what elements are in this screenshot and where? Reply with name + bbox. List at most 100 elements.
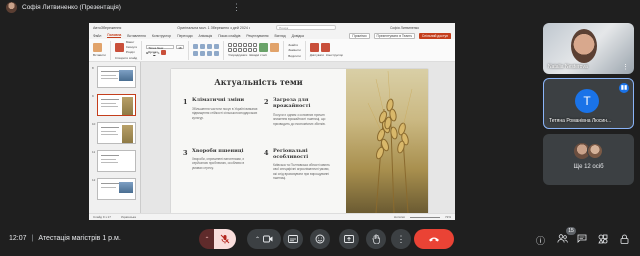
emoji-icon[interactable]: [310, 229, 330, 249]
participant-video: [571, 29, 597, 63]
ppt-autosave-label[interactable]: АвтоЗбереження: [93, 26, 121, 30]
meeting-name[interactable]: Атестація магістрів 1 р.м.: [38, 235, 120, 242]
slide-thumbnail[interactable]: 8: [92, 66, 138, 92]
replace-button[interactable]: Замінити: [288, 48, 301, 52]
slide-thumbnail[interactable]: 12: [92, 178, 138, 204]
more-icon[interactable]: ⋮: [391, 229, 411, 249]
underline-icon[interactable]: U: [153, 51, 155, 55]
ppt-tab[interactable]: Переходи: [177, 34, 192, 38]
ribbon-drawing-group: Упорядкувати Швидкі стилі: [228, 40, 285, 60]
slide-item-number: 1: [183, 98, 188, 106]
slide-thumbnail-selected[interactable]: 9: [92, 94, 138, 120]
participant-avatar: [587, 143, 603, 159]
arrange-button[interactable]: Упорядкувати: [228, 53, 247, 57]
slide-thumbnail[interactable]: 11: [92, 150, 138, 176]
shared-screen: АвтоЗбереження Оригінальна мол. 1 Збереж…: [89, 23, 455, 220]
font-color-icon[interactable]: [161, 50, 167, 56]
more-icon[interactable]: ⋮: [622, 63, 629, 71]
ppt-tab[interactable]: Рецензування: [246, 34, 268, 38]
chat-icon[interactable]: [577, 234, 587, 245]
ppt-tab[interactable]: Довідка: [292, 34, 304, 38]
lock-icon[interactable]: [620, 234, 629, 246]
ppt-tab[interactable]: Вигляд: [275, 34, 286, 38]
quick-styles-icon[interactable]: [270, 42, 280, 52]
shapes-gallery[interactable]: [228, 42, 258, 52]
dictate-icon[interactable]: [309, 42, 319, 52]
slide-thumbnail[interactable]: 10: [92, 122, 138, 148]
ribbon-editing-group: Знайти Замінити Виділити: [288, 40, 306, 60]
bullets-icon[interactable]: [193, 44, 199, 50]
select-button[interactable]: Виділити: [288, 54, 301, 58]
slide-item-heading: Хвороби пшениці: [192, 148, 244, 154]
dictate-button[interactable]: Диктувати: [310, 53, 324, 57]
layout-button[interactable]: Макет: [126, 40, 137, 44]
ppt-tab-active[interactable]: Головна: [107, 33, 122, 38]
new-slide-button[interactable]: Створити слайд: [115, 56, 137, 60]
slide-item-number: 2: [264, 98, 269, 106]
activities-icon[interactable]: [598, 234, 608, 246]
find-button[interactable]: Знайти: [288, 43, 301, 47]
zoom-level[interactable]: 72%: [445, 215, 451, 219]
minimize-icon[interactable]: [431, 26, 435, 37]
language-indicator[interactable]: Українська: [121, 215, 136, 219]
slide-thumbnails-pane: 8 9 10 11 12: [89, 62, 141, 213]
align-right-icon[interactable]: [207, 50, 213, 56]
audio-options-chevron-icon[interactable]: ⌃: [199, 229, 215, 249]
bold-icon[interactable]: B: [146, 51, 148, 55]
justify-icon[interactable]: [214, 50, 220, 56]
current-slide[interactable]: Актуальність теми 1 Кліматичні зміни Збі…: [171, 69, 428, 213]
designer-icon[interactable]: [320, 42, 330, 52]
captions-icon[interactable]: [283, 229, 303, 249]
ppt-comments-button[interactable]: Примітки: [349, 32, 370, 39]
reset-button[interactable]: Скинути: [126, 45, 137, 49]
meeting-separator: |: [31, 235, 34, 242]
ppt-tab[interactable]: Вставлення: [127, 34, 146, 38]
slide-item-text: Збільшення частоти посух в Україні вимаг…: [192, 107, 258, 120]
font-size-select[interactable]: 18: [176, 44, 185, 50]
designer-button[interactable]: Конструктор: [326, 53, 343, 57]
maximize-icon[interactable]: [439, 26, 443, 39]
status-right: Нотатки 72%: [394, 215, 451, 219]
line-spacing-icon[interactable]: [214, 44, 220, 50]
paste-icon[interactable]: [93, 42, 102, 52]
ppt-status-bar: Слайд 9 з 17 Українська Нотатки 72%: [89, 213, 455, 220]
align-center-icon[interactable]: [200, 50, 206, 56]
present-icon[interactable]: [339, 229, 359, 249]
slide-item-text: Хвороби, спричинені патогенами, є серйоз…: [192, 157, 245, 170]
arrange-icon[interactable]: [259, 42, 269, 52]
participant-tile[interactable]: Natalia Nesterova ⋮: [543, 23, 634, 74]
participant-tile-active[interactable]: Т ▮▮ Тетяна Романівна Люсин...: [543, 78, 634, 129]
notes-button[interactable]: Нотатки: [394, 215, 405, 219]
indent-icon[interactable]: [207, 44, 213, 50]
ppt-user-name[interactable]: Софія Литвиненко: [390, 26, 419, 30]
new-slide-icon[interactable]: [114, 42, 124, 52]
info-icon[interactable]: ⓘ: [536, 234, 545, 247]
speaking-indicator-icon: ▮▮: [619, 83, 629, 93]
people-icon[interactable]: [557, 234, 568, 245]
font-name-select[interactable]: Times New Roman: [146, 44, 175, 54]
participant-name: Тетяна Романівна Люсин...: [549, 118, 612, 124]
end-call-icon[interactable]: [414, 229, 454, 249]
hand-icon[interactable]: [366, 229, 386, 249]
align-left-icon[interactable]: [193, 50, 199, 56]
paste-button[interactable]: Вставити: [93, 53, 106, 57]
ppt-ribbon-tabs: Файл Головна Вставлення Конструктор Пере…: [89, 32, 455, 39]
numbering-icon[interactable]: [200, 44, 206, 50]
ppt-tab[interactable]: Анімація: [199, 34, 213, 38]
ppt-tab[interactable]: Конструктор: [152, 34, 171, 38]
ppt-present-teams-button[interactable]: Презентувати в Teams: [373, 32, 415, 39]
ppt-tab[interactable]: Показ слайдів: [218, 34, 240, 38]
section-button[interactable]: Розділ: [126, 50, 137, 54]
ppt-search-input[interactable]: Пошук: [276, 25, 337, 30]
close-icon[interactable]: [446, 26, 452, 39]
ppt-tab[interactable]: Файл: [93, 34, 101, 38]
mic-off-icon[interactable]: [214, 229, 236, 249]
camera-icon[interactable]: ⌃: [247, 229, 281, 249]
quick-styles-button[interactable]: Швидкі стилі: [249, 53, 267, 57]
zoom-slider[interactable]: [409, 216, 440, 218]
more-participants-tile[interactable]: Ще 12 осіб: [543, 134, 634, 185]
strikethrough-icon[interactable]: S: [157, 51, 159, 55]
ppt-share-button[interactable]: Спільний доступ: [418, 32, 451, 39]
italic-icon[interactable]: I: [150, 51, 151, 55]
presenter-more-icon[interactable]: ⋮: [232, 0, 241, 14]
